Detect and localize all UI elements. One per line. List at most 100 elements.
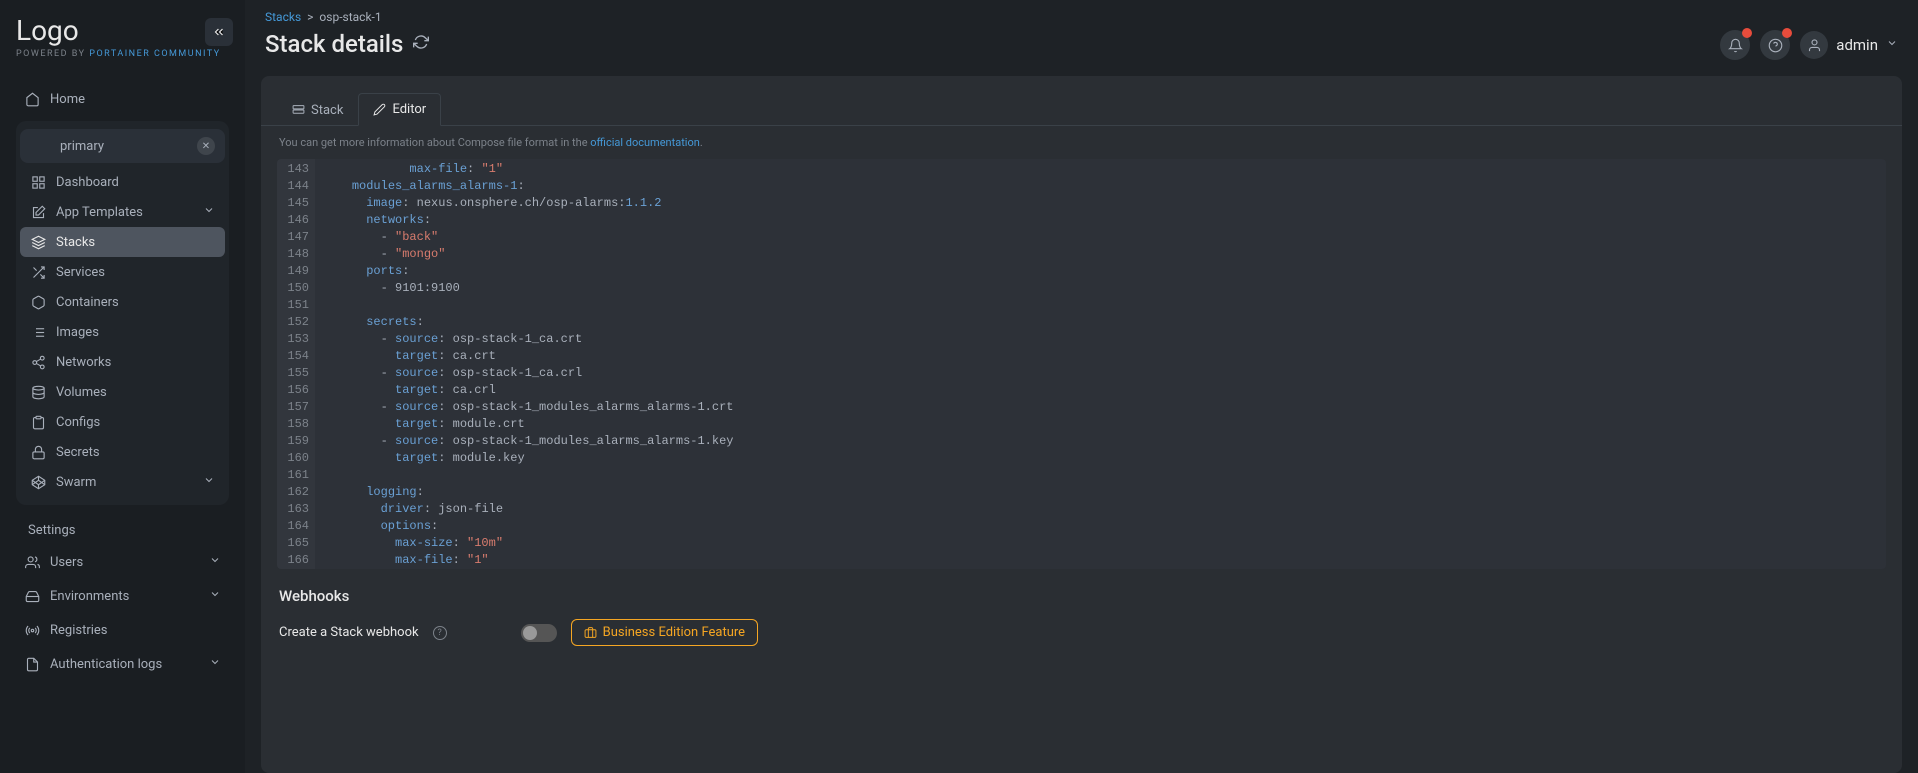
dashboard-icon — [30, 174, 46, 190]
code-editor[interactable]: 1431441451461471481491501511521531541551… — [277, 159, 1886, 569]
env-section: primary ✕ Dashboard App Templates Stacks — [16, 121, 229, 505]
docs-link[interactable]: official documentation — [590, 136, 700, 149]
help-icon[interactable]: ? — [433, 626, 447, 640]
nav-environments[interactable]: Environments — [12, 580, 233, 612]
shuffle-icon — [30, 264, 46, 280]
compose-hint: You can get more information about Compo… — [261, 126, 1902, 159]
breadcrumb-root[interactable]: Stacks — [265, 10, 301, 24]
user-menu[interactable]: admin — [1800, 31, 1898, 59]
clipboard-icon — [30, 414, 46, 430]
nav-label: Dashboard — [56, 175, 119, 190]
tab-label: Editor — [392, 102, 426, 117]
nav-label: Authentication logs — [50, 657, 162, 672]
chevron-down-icon — [209, 656, 221, 672]
tab-stack[interactable]: Stack — [277, 93, 358, 126]
hard-drive-icon — [24, 588, 40, 604]
close-env-button[interactable]: ✕ — [197, 137, 215, 155]
settings-section-label: Settings — [12, 507, 233, 544]
nav-label: App Templates — [56, 205, 143, 220]
chevron-down-icon — [209, 588, 221, 604]
users-icon — [24, 554, 40, 570]
chevrons-left-icon — [212, 25, 226, 39]
briefcase-icon — [584, 626, 597, 639]
nav-label: Users — [50, 555, 83, 570]
server-icon — [292, 104, 305, 117]
nav-services[interactable]: Services — [20, 257, 225, 287]
nav-label: Images — [56, 325, 99, 340]
nav-label: Registries — [50, 623, 108, 638]
user-name: admin — [1836, 36, 1878, 54]
nav-home[interactable]: Home — [12, 83, 233, 115]
nav-stacks[interactable]: Stacks — [20, 227, 225, 257]
help-circle-icon — [1768, 38, 1783, 53]
nav-label: Swarm — [56, 475, 96, 490]
chevron-down-icon — [203, 204, 215, 220]
refresh-button[interactable] — [413, 34, 429, 54]
nav-label: Containers — [56, 295, 119, 310]
nav-configs[interactable]: Configs — [20, 407, 225, 437]
nav-users[interactable]: Users — [12, 546, 233, 578]
sidebar-collapse-button[interactable] — [205, 18, 233, 46]
nav-label: Stacks — [56, 235, 95, 250]
env-name: primary — [60, 139, 104, 154]
layers-icon — [30, 234, 46, 250]
biz-label: Business Edition Feature — [603, 625, 745, 640]
tabs: Stack Editor — [261, 76, 1902, 126]
notifications-button[interactable] — [1720, 30, 1750, 60]
env-selector[interactable]: primary ✕ — [20, 129, 225, 163]
docker-icon — [30, 136, 50, 156]
nav-label: Configs — [56, 415, 100, 430]
sidebar: Logo POWERED BY PORTAINER COMMUNITY Home… — [0, 0, 245, 773]
codepen-icon — [30, 474, 46, 490]
nav-secrets[interactable]: Secrets — [20, 437, 225, 467]
breadcrumb-sep: > — [307, 10, 313, 24]
tab-label: Stack — [311, 103, 343, 118]
nav-label: Environments — [50, 589, 129, 604]
tab-editor[interactable]: Editor — [358, 93, 441, 126]
nav-containers[interactable]: Containers — [20, 287, 225, 317]
chevron-down-icon — [209, 554, 221, 570]
chevron-down-icon — [1886, 37, 1898, 53]
nav-registries[interactable]: Registries — [12, 614, 233, 646]
pencil-icon — [373, 103, 386, 116]
nav-app-templates[interactable]: App Templates — [20, 197, 225, 227]
share-icon — [30, 354, 46, 370]
nav-dashboard[interactable]: Dashboard — [20, 167, 225, 197]
breadcrumb: Stacks > osp-stack-1 — [265, 10, 1720, 24]
radio-icon — [24, 622, 40, 638]
user-icon — [1807, 38, 1822, 53]
file-text-icon — [24, 656, 40, 672]
nav-volumes[interactable]: Volumes — [20, 377, 225, 407]
avatar — [1800, 31, 1828, 59]
edit-icon — [30, 204, 46, 220]
breadcrumb-current: osp-stack-1 — [319, 10, 381, 24]
main-content: Stacks > osp-stack-1 Stack details — [245, 0, 1918, 773]
help-badge — [1782, 28, 1792, 38]
nav-images[interactable]: Images — [20, 317, 225, 347]
page-title: Stack details — [265, 30, 403, 58]
nav-label: Home — [50, 92, 85, 107]
webhooks-title: Webhooks — [279, 587, 1884, 605]
line-gutter: 1431441451461471481491501511521531541551… — [277, 159, 315, 569]
powered-by: POWERED BY PORTAINER COMMUNITY — [16, 49, 229, 59]
nav-label: Services — [56, 265, 105, 280]
notification-badge — [1742, 28, 1752, 38]
code-content[interactable]: max-file: "1" modules_alarms_alarms-1: i… — [315, 159, 1886, 569]
bell-icon — [1728, 38, 1743, 53]
create-webhook-label: Create a Stack webhook — [279, 625, 419, 640]
nav-networks[interactable]: Networks — [20, 347, 225, 377]
nav-label: Volumes — [56, 385, 107, 400]
nav-swarm[interactable]: Swarm — [20, 467, 225, 497]
logo: Logo — [16, 14, 229, 47]
list-icon — [30, 324, 46, 340]
chevron-down-icon — [203, 474, 215, 490]
database-icon — [30, 384, 46, 400]
nav-label: Secrets — [56, 445, 100, 460]
box-icon — [30, 294, 46, 310]
nav-auth-logs[interactable]: Authentication logs — [12, 648, 233, 680]
help-button[interactable] — [1760, 30, 1790, 60]
business-edition-badge[interactable]: Business Edition Feature — [571, 619, 758, 646]
lock-icon — [30, 444, 46, 460]
webhook-toggle[interactable] — [521, 624, 557, 642]
home-icon — [24, 91, 40, 107]
